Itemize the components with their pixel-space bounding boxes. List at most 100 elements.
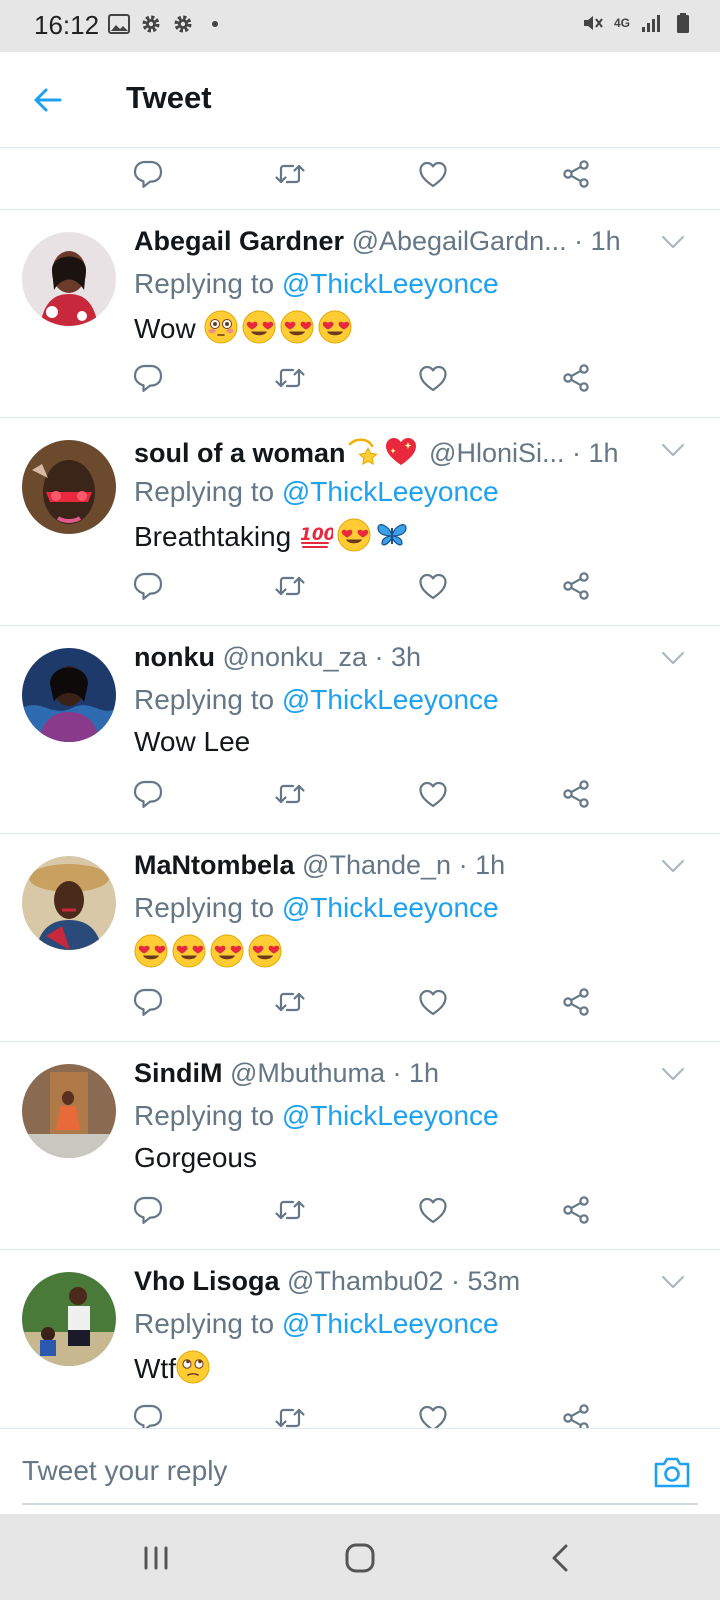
reply-input[interactable]: Tweet your reply: [22, 1451, 698, 1505]
flushed-face-emoji: [204, 310, 238, 344]
heart-eyes-emoji: [242, 310, 276, 344]
chevron-down-icon[interactable]: [660, 648, 686, 668]
top-app-bar: Tweet: [0, 52, 720, 148]
dizzy-star-emoji: [346, 434, 380, 468]
share-icon[interactable]: [560, 362, 592, 394]
reply-tweet[interactable]: soul of a woman @HloniSi... · 1h Replyin…: [0, 418, 720, 626]
mute-icon: [583, 16, 603, 30]
like-icon[interactable]: [417, 986, 449, 1018]
retweet-icon[interactable]: [274, 158, 306, 190]
reply-icon[interactable]: [132, 1194, 164, 1226]
mention-link[interactable]: @ThickLeeyonce: [282, 1308, 499, 1339]
share-icon[interactable]: [560, 986, 592, 1018]
reply-text: Wow Lee: [134, 726, 250, 758]
avatar[interactable]: [22, 1064, 116, 1158]
like-icon[interactable]: [417, 570, 449, 602]
heart-eyes-emoji: [210, 934, 244, 968]
retweet-icon[interactable]: [274, 1194, 306, 1226]
display-name[interactable]: SindiM: [134, 1058, 223, 1088]
chevron-down-icon[interactable]: [660, 1064, 686, 1084]
mention-link[interactable]: @ThickLeeyonce: [282, 1100, 499, 1131]
reply-header: SindiM @Mbuthuma · 1h: [134, 1058, 654, 1089]
share-icon[interactable]: [560, 778, 592, 810]
reply-body: Wow: [134, 313, 196, 344]
chevron-down-icon[interactable]: [660, 440, 686, 460]
display-name[interactable]: soul of a woman: [134, 438, 346, 468]
chevron-down-icon[interactable]: [660, 856, 686, 876]
reply-icon[interactable]: [132, 986, 164, 1018]
reply-icon[interactable]: [132, 362, 164, 394]
reply-header: Vho Lisoga @Thambu02 · 53m: [134, 1266, 654, 1297]
chevron-down-icon[interactable]: [660, 1272, 686, 1292]
reply-tweet[interactable]: MaNtombela @Thande_n · 1h Replying to @T…: [0, 834, 720, 1042]
username[interactable]: @Thambu02: [287, 1266, 444, 1296]
username[interactable]: @AbegailGardn...: [352, 226, 567, 256]
reply-body: Gorgeous: [134, 1142, 257, 1173]
reply-icon[interactable]: [132, 570, 164, 602]
avatar[interactable]: [22, 1272, 116, 1366]
arrow-left-icon[interactable]: [30, 82, 66, 118]
like-icon[interactable]: [417, 1402, 449, 1428]
replying-label: Replying to: [134, 1100, 282, 1131]
mention-link[interactable]: @ThickLeeyonce: [282, 892, 499, 923]
recents-icon[interactable]: [134, 1536, 178, 1580]
timestamp: · 1h: [574, 226, 621, 256]
mention-link[interactable]: @ThickLeeyonce: [282, 684, 499, 715]
reply-tweet[interactable]: SindiM @Mbuthuma · 1h Replying to @Thick…: [0, 1042, 720, 1250]
signal-icon: [642, 15, 660, 32]
reply-text: Gorgeous: [134, 1142, 257, 1174]
like-icon[interactable]: [417, 1194, 449, 1226]
display-name[interactable]: nonku: [134, 642, 215, 672]
replying-to: Replying to @ThickLeeyonce: [134, 1308, 499, 1340]
reply-tweet[interactable]: Vho Lisoga @Thambu02 · 53m Replying to @…: [0, 1250, 720, 1428]
replies-feed[interactable]: Abegail Gardner @AbegailGardn... · 1h Re…: [0, 148, 720, 1428]
chevron-down-icon[interactable]: [660, 232, 686, 252]
like-icon[interactable]: [417, 158, 449, 190]
display-name[interactable]: Vho Lisoga: [134, 1266, 280, 1296]
heart-eyes-emoji: [248, 934, 282, 968]
settings-gear-icon: [142, 15, 160, 33]
share-icon[interactable]: [560, 158, 592, 190]
heart-eyes-emoji: [172, 934, 206, 968]
username[interactable]: @nonku_za: [223, 642, 368, 672]
share-icon[interactable]: [560, 1194, 592, 1226]
avatar[interactable]: [22, 440, 116, 534]
retweet-icon[interactable]: [274, 570, 306, 602]
like-icon[interactable]: [417, 362, 449, 394]
reply-icon[interactable]: [132, 778, 164, 810]
reply-placeholder[interactable]: Tweet your reply: [22, 1455, 227, 1487]
retweet-icon[interactable]: [274, 1402, 306, 1428]
camera-icon[interactable]: [652, 1453, 692, 1491]
reply-icon[interactable]: [132, 158, 164, 190]
avatar[interactable]: [22, 648, 116, 742]
reply-tweet[interactable]: nonku @nonku_za · 3h Replying to @ThickL…: [0, 626, 720, 834]
retweet-icon[interactable]: [274, 362, 306, 394]
heart-eyes-emoji: [318, 310, 352, 344]
username[interactable]: @HloniSi...: [429, 438, 564, 468]
notification-icons: [108, 13, 226, 35]
username[interactable]: @Mbuthuma: [230, 1058, 385, 1088]
share-icon[interactable]: [560, 570, 592, 602]
reply-body: Wow Lee: [134, 726, 251, 757]
retweet-icon[interactable]: [274, 778, 306, 810]
display-name[interactable]: Abegail Gardner: [134, 226, 344, 256]
display-name[interactable]: MaNtombela: [134, 850, 295, 880]
mention-link[interactable]: @ThickLeeyonce: [282, 268, 499, 299]
mention-link[interactable]: @ThickLeeyonce: [282, 476, 499, 507]
tweet-actions: [0, 768, 720, 828]
back-chevron-icon[interactable]: [540, 1536, 584, 1580]
reply-body: Wtf: [134, 1353, 176, 1384]
replying-to: Replying to @ThickLeeyonce: [134, 684, 499, 716]
replying-to: Replying to @ThickLeeyonce: [134, 476, 499, 508]
reply-tweet[interactable]: Abegail Gardner @AbegailGardn... · 1h Re…: [0, 210, 720, 418]
like-icon[interactable]: [417, 778, 449, 810]
username[interactable]: @Thande_n: [302, 850, 451, 880]
avatar[interactable]: [22, 856, 116, 950]
share-icon[interactable]: [560, 1402, 592, 1428]
reply-composer: Tweet your reply: [0, 1428, 720, 1514]
avatar[interactable]: [22, 232, 116, 326]
home-icon[interactable]: [338, 1536, 382, 1580]
replying-to: Replying to @ThickLeeyonce: [134, 892, 499, 924]
retweet-icon[interactable]: [274, 986, 306, 1018]
reply-icon[interactable]: [132, 1402, 164, 1428]
